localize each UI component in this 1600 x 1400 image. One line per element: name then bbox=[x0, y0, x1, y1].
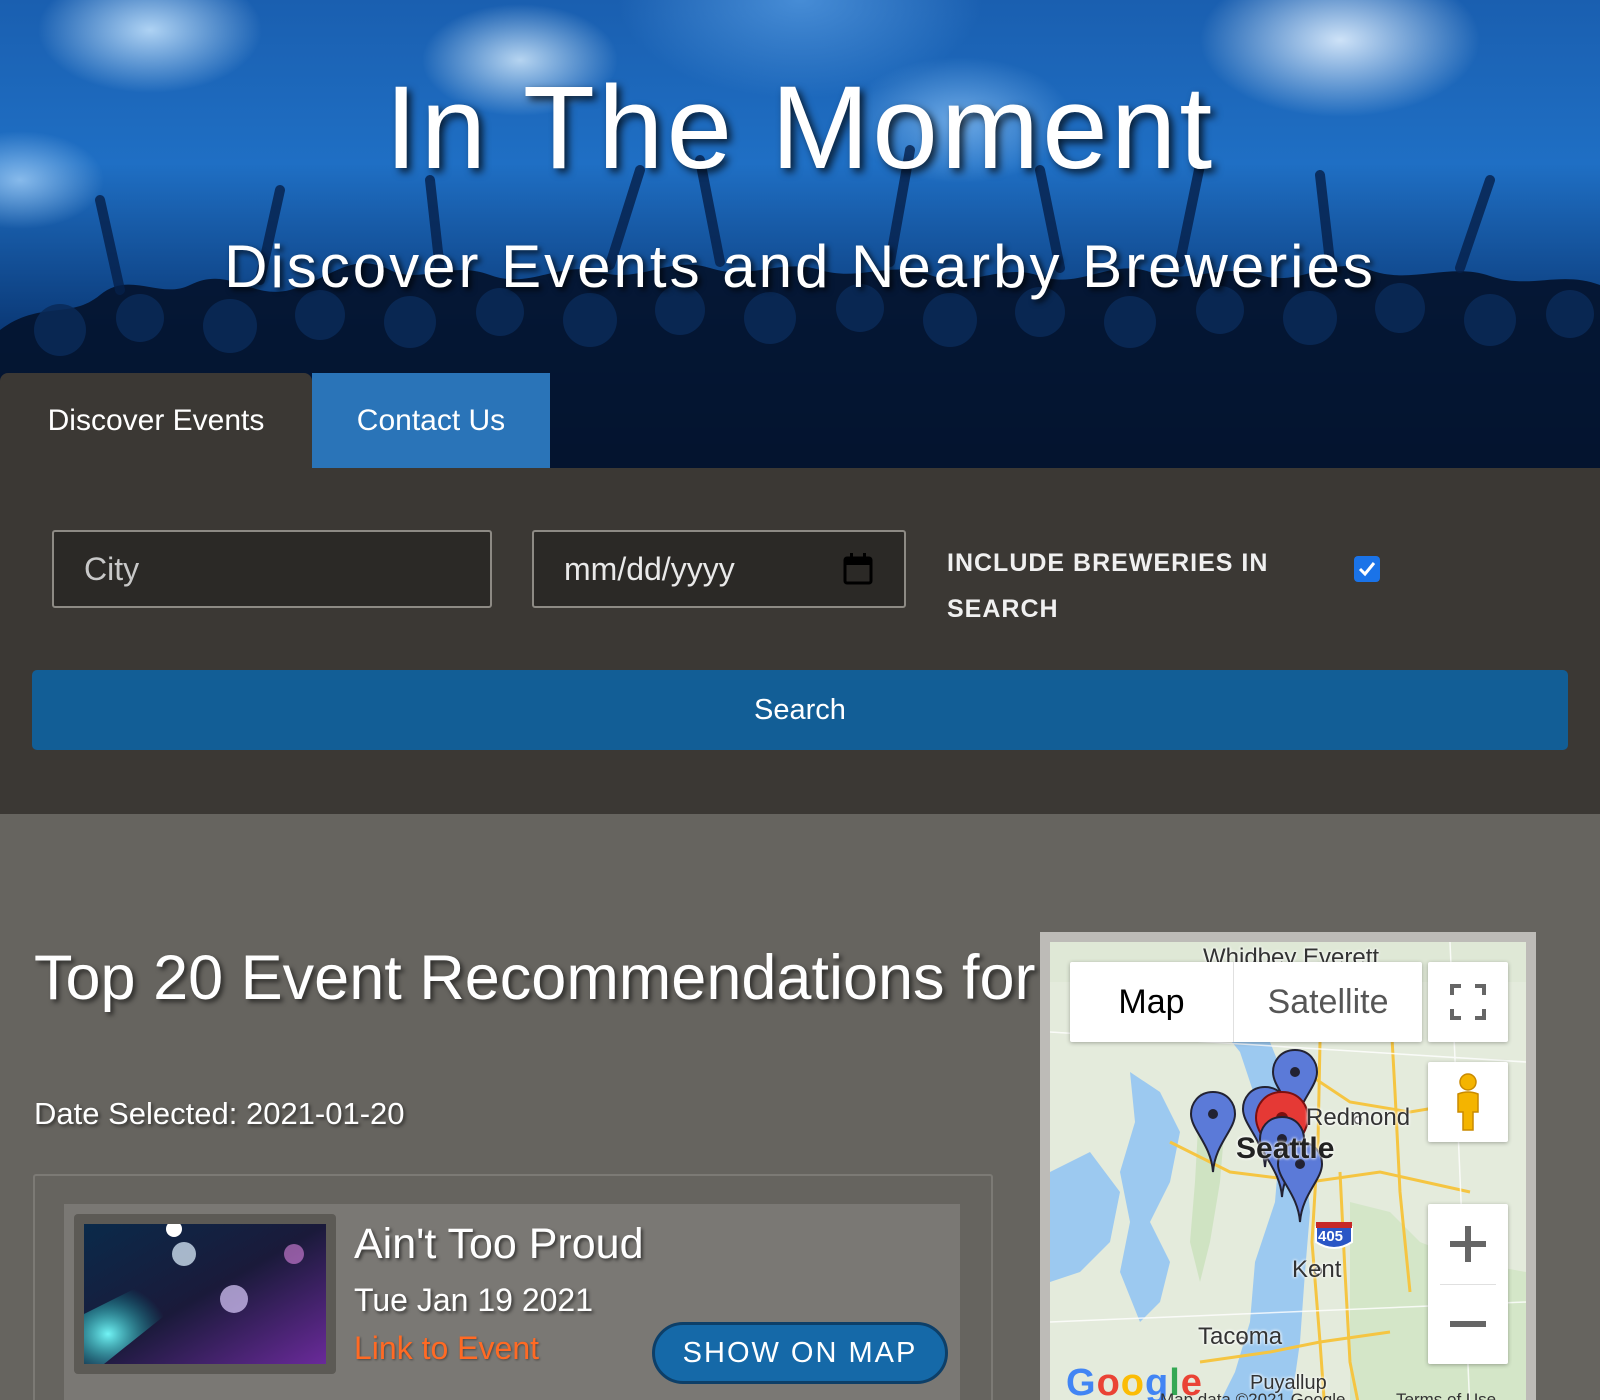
breweries-checkbox[interactable] bbox=[1354, 556, 1380, 582]
search-panel: mm/dd/yyyy INCLUDE BREWERIES IN SEARCH S… bbox=[0, 468, 1600, 814]
tab-discover-events[interactable]: Discover Events bbox=[0, 373, 312, 468]
zoom-in-button[interactable] bbox=[1428, 1204, 1508, 1284]
map-widget: Whidbey Everett Redmond Seattle Kent Tac… bbox=[1040, 932, 1536, 1400]
map-type-satellite[interactable]: Satellite bbox=[1234, 962, 1422, 1042]
street-view-button[interactable] bbox=[1428, 1062, 1508, 1142]
zoom-control bbox=[1428, 1204, 1508, 1364]
hero-banner: In The Moment Discover Events and Nearby… bbox=[0, 0, 1600, 468]
date-input[interactable]: mm/dd/yyyy bbox=[532, 530, 906, 608]
zoom-out-button[interactable] bbox=[1428, 1284, 1508, 1364]
zoom-divider bbox=[1440, 1284, 1496, 1285]
checkmark-icon bbox=[1358, 562, 1376, 577]
search-button[interactable]: Search bbox=[32, 670, 1568, 750]
site-subtitle: Discover Events and Nearby Breweries bbox=[224, 233, 1376, 300]
highway-number: 405 bbox=[1318, 1228, 1344, 1245]
map-label-seattle: Seattle bbox=[1236, 1132, 1335, 1165]
map-footer: Map data ©2021 Google Terms of Use bbox=[1050, 1390, 1526, 1400]
map-label-tacoma: Tacoma bbox=[1198, 1323, 1283, 1350]
date-placeholder: mm/dd/yyyy bbox=[564, 550, 735, 587]
event-date: Tue Jan 19 2021 bbox=[354, 1282, 593, 1318]
fullscreen-button[interactable] bbox=[1428, 962, 1508, 1042]
tab-contact-us[interactable]: Contact Us bbox=[312, 373, 550, 468]
map-label-redmond: Redmond bbox=[1306, 1104, 1411, 1131]
minus-icon bbox=[1450, 1321, 1486, 1327]
map-type-map[interactable]: Map bbox=[1070, 962, 1234, 1042]
event-card: Ain't Too Proud Tue Jan 19 2021 Link to … bbox=[64, 1204, 960, 1400]
breweries-label: INCLUDE BREWERIES IN SEARCH bbox=[947, 549, 1269, 623]
map-label-kent: Kent bbox=[1292, 1256, 1342, 1283]
event-image bbox=[84, 1221, 326, 1364]
map-type-control: Map Satellite bbox=[1070, 962, 1422, 1042]
event-name: Ain't Too Proud bbox=[354, 1220, 644, 1268]
fullscreen-icon bbox=[1450, 984, 1486, 1020]
date-selected: Date Selected: 2021-01-20 bbox=[34, 1096, 405, 1131]
event-link[interactable]: Link to Event bbox=[354, 1330, 539, 1367]
show-on-map-button[interactable]: SHOW ON MAP bbox=[652, 1322, 948, 1384]
city-input[interactable] bbox=[52, 530, 492, 608]
site-title: In The Moment bbox=[384, 62, 1216, 194]
results-heading: Top 20 Event Recommendations for bbox=[34, 943, 1036, 1013]
pegman-icon bbox=[1457, 1073, 1479, 1131]
map-canvas[interactable]: Whidbey Everett Redmond Seattle Kent Tac… bbox=[1050, 942, 1526, 1400]
map-attribution: Map data ©2021 Google bbox=[1160, 1390, 1346, 1400]
calendar-icon[interactable] bbox=[842, 552, 874, 586]
map-terms-link[interactable]: Terms of Use bbox=[1396, 1390, 1496, 1400]
plus-icon bbox=[1450, 1226, 1486, 1262]
event-thumbnail bbox=[74, 1214, 336, 1374]
